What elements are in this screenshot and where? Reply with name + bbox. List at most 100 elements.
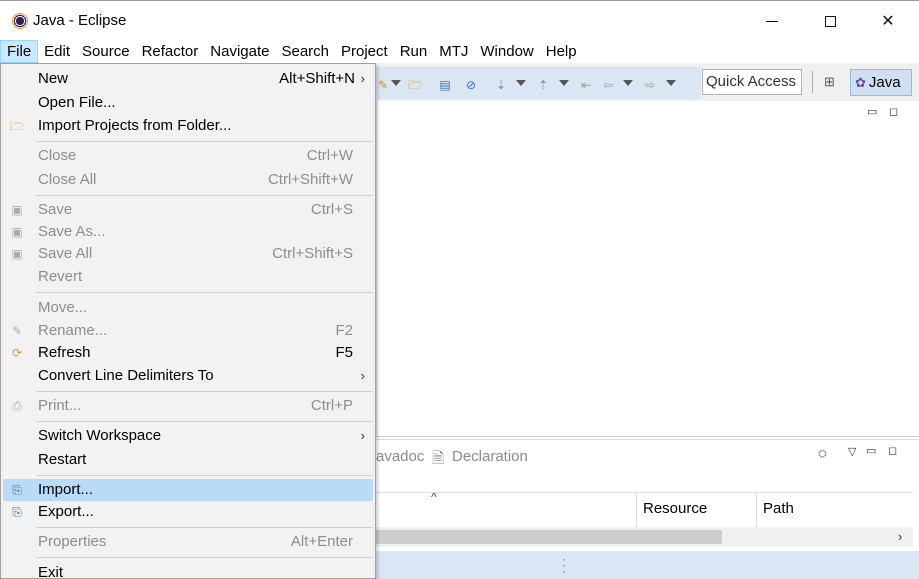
back-icon[interactable]: ⇦ [601,78,615,92]
save-as-icon: ▣ [11,225,23,239]
menu-item-accelerator: F2 [335,322,353,339]
menu-item-move[interactable]: Move... [3,297,373,319]
chevron-down-icon[interactable]: ▽ [848,445,856,458]
chevron-down-icon[interactable] [559,80,569,86]
menu-separator [36,557,373,558]
menu-item-restart[interactable]: Restart [3,449,373,471]
file-menu-dropdown: New Alt+Shift+N › Open File... 🗁 Import … [0,63,376,579]
quick-access-input[interactable]: Quick Access [702,69,802,95]
import-icon: ⎘ [12,483,22,497]
menu-separator [36,292,373,293]
menu-refactor[interactable]: Refactor [136,40,205,63]
menu-item-label: Open File... [38,94,116,111]
open-perspective-icon[interactable]: ⊞ [824,75,838,89]
menu-bar: File Edit Source Refactor Navigate Searc… [0,40,919,63]
menu-item-convert-line-delimiters[interactable]: Convert Line Delimiters To › [3,365,373,387]
menu-item-print[interactable]: ⎙ Print... Ctrl+P [3,395,373,417]
menu-item-save-as[interactable]: ▣ Save As... [3,221,373,243]
last-edit-icon[interactable]: ⇤ [579,78,593,92]
title-bar: Java - Eclipse ✕ [0,0,919,40]
menu-item-close[interactable]: Close Ctrl+W [3,145,373,167]
open-folder-icon[interactable]: 🗁 [408,78,423,92]
java-perspective-icon: ✿ [855,75,866,90]
editor-area[interactable]: ▭ ◻ [376,101,919,437]
skip-breakpoints-icon[interactable]: ⊘ [464,78,478,92]
menu-separator [36,195,373,196]
console-icon[interactable]: ▤ [438,78,452,92]
menu-item-close-all[interactable]: Close All Ctrl+Shift+W [3,169,373,191]
menu-item-save-all[interactable]: ▣ Save All Ctrl+Shift+S [3,243,373,265]
menu-window[interactable]: Window [474,40,539,63]
horizontal-scrollbar[interactable]: › [376,527,913,547]
menu-search[interactable]: Search [275,40,335,63]
menu-run[interactable]: Run [394,40,434,63]
menu-separator [36,475,373,476]
menu-item-label: Move... [38,299,88,316]
menu-item-new[interactable]: New Alt+Shift+N › [3,68,373,90]
status-divider-handle[interactable]: · · · [562,553,566,577]
rename-icon: ✎ [11,324,23,338]
menu-help[interactable]: Help [540,40,583,63]
menu-item-label: Import... [38,481,94,498]
minimize-view-icon[interactable]: ▭ [866,444,876,457]
new-class-icon[interactable]: ✎ [376,78,390,92]
menu-item-accelerator: Ctrl+Shift+S [272,245,353,262]
menu-item-save[interactable]: ▣ Save Ctrl+S [3,199,373,221]
menu-item-properties[interactable]: Properties Alt+Enter [3,531,373,553]
menu-item-rename[interactable]: ✎ Rename... F2 [3,320,373,342]
column-resource[interactable]: Resource [636,493,756,527]
java-perspective-button[interactable]: ✿ Java [850,69,912,96]
menu-item-exit[interactable]: Exit [3,562,373,579]
close-icon: ✕ [881,13,895,30]
previous-annotation-icon[interactable]: ⇡ [536,78,550,92]
menu-item-accelerator: Ctrl+Shift+W [267,171,353,188]
export-icon: ⎘ [12,505,22,519]
print-icon: ⎙ [12,399,22,413]
menu-edit[interactable]: Edit [38,40,76,63]
view-menu-icon[interactable]: ⛭ [818,448,827,461]
tab-javadoc[interactable]: avadoc [376,448,424,465]
scrollbar-thumb[interactable] [376,530,722,544]
chevron-down-icon[interactable] [666,80,676,86]
window-title: Java - Eclipse [33,12,127,29]
menu-item-label: Rename... [38,322,108,339]
menu-item-revert[interactable]: Revert [3,266,373,288]
menu-item-export[interactable]: ⎘ Export... [3,501,373,523]
menu-item-label: Close [38,147,77,164]
next-annotation-icon[interactable]: ⇣ [494,78,508,92]
chevron-down-icon[interactable] [516,80,526,86]
status-bar: · · · [376,551,919,579]
table-header: Resource Path [376,492,913,527]
menu-navigate[interactable]: Navigate [204,40,275,63]
menu-item-accelerator: Alt+Enter [290,533,353,550]
menu-item-switch-workspace[interactable]: Switch Workspace › [3,425,373,447]
menu-item-import-projects[interactable]: 🗁 Import Projects from Folder... [3,115,373,137]
menu-source[interactable]: Source [76,40,136,63]
maximize-view-icon[interactable]: ◻ [889,105,898,118]
menu-item-accelerator: Ctrl+S [310,201,353,218]
menu-project[interactable]: Project [335,40,394,63]
menu-item-import[interactable]: ⎘ Import... [3,479,373,501]
menu-mtj[interactable]: MTJ [433,40,474,63]
toolbar-divider [812,71,813,93]
menu-item-open-file[interactable]: Open File... [3,92,373,114]
menu-item-accelerator: Ctrl+W [306,147,353,164]
menu-item-label: Print... [38,397,82,414]
open-folder-icon: 🗁 [9,119,25,133]
close-button[interactable]: ✕ [868,6,908,36]
menu-item-refresh[interactable]: ⟳ Refresh F5 [3,342,373,364]
maximize-view-icon[interactable]: ◻ [888,444,897,457]
submenu-arrow-icon: › [360,368,365,383]
tab-declaration[interactable]: Declaration [452,448,528,465]
column-path[interactable]: Path [756,493,913,527]
minimize-button[interactable] [752,6,792,36]
maximize-button[interactable] [810,6,850,36]
minimize-view-icon[interactable]: ▭ [867,105,877,118]
chevron-down-icon[interactable] [391,80,401,86]
scroll-right-icon[interactable]: › [898,527,902,547]
menu-file[interactable]: File [0,40,39,63]
menu-separator [36,421,373,422]
chevron-down-icon[interactable] [623,80,633,86]
save-all-icon: ▣ [11,247,23,261]
forward-icon[interactable]: ⇨ [643,78,657,92]
